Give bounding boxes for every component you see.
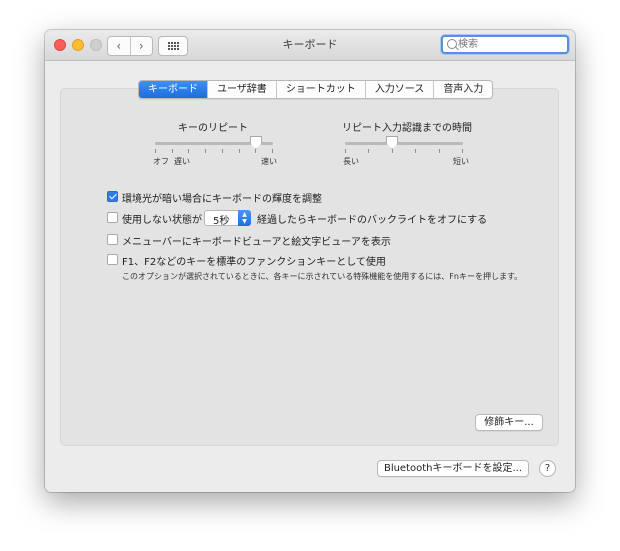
slider-tick xyxy=(462,149,463,153)
show-viewers-checkbox[interactable] xyxy=(107,234,118,245)
slider-tick xyxy=(415,149,416,153)
key-repeat-slider[interactable]: オフ 遅い 速い xyxy=(153,126,277,166)
tab-shortcuts[interactable]: ショートカット xyxy=(275,81,365,98)
backlight-off-label-after[interactable]: 経過したらキーボードのバックライトをオフにする xyxy=(257,211,487,226)
slider-tick xyxy=(392,149,393,153)
slider-tick xyxy=(368,149,369,153)
search-input[interactable] xyxy=(458,37,562,52)
forward-button[interactable]: › xyxy=(129,37,153,55)
tab-bar: キーボード ユーザ辞書 ショートカット 入力ソース 音声入力 xyxy=(138,80,494,99)
modifier-keys-button[interactable]: 修飾キー... xyxy=(475,414,543,431)
chevron-left-icon: ‹ xyxy=(116,39,122,53)
slider-tick xyxy=(239,149,240,153)
backlight-off-label-before[interactable]: 使用しない状態が xyxy=(122,211,202,226)
grid-icon xyxy=(167,42,179,50)
adjust-brightness-checkbox[interactable] xyxy=(107,191,118,202)
repeat-delay-slider[interactable]: 長い 短い xyxy=(343,126,469,166)
slider-tick xyxy=(172,149,173,153)
back-button[interactable]: ‹ xyxy=(108,37,130,55)
tab-input-sources[interactable]: 入力ソース xyxy=(364,81,434,98)
close-button[interactable] xyxy=(54,39,66,51)
bluetooth-keyboard-setup-button[interactable]: Bluetoothキーボードを設定... xyxy=(377,460,529,477)
help-button[interactable]: ? xyxy=(539,460,556,477)
slider-tick xyxy=(155,149,156,153)
show-viewers-label[interactable]: メニューバーにキーボードビューアと絵文字ビューアを表示 xyxy=(122,233,391,248)
key-repeat-thumb[interactable] xyxy=(250,136,262,149)
navigation-buttons: ‹ › xyxy=(107,36,153,56)
zoom-button xyxy=(90,39,102,51)
adjust-brightness-label[interactable]: 環境光が暗い場合にキーボードの輝度を調整 xyxy=(122,190,322,205)
backlight-duration-popup[interactable]: 5秒 ▲ ▼ xyxy=(204,210,251,227)
repeat-delay-long-label: 長い xyxy=(343,157,359,166)
chevron-right-icon: › xyxy=(138,39,144,53)
slider-tick xyxy=(439,149,440,153)
key-repeat-slow-label: 遅い xyxy=(174,157,190,166)
fn-keys-checkbox[interactable] xyxy=(107,254,118,265)
slider-tick xyxy=(222,149,223,153)
keyboard-preferences-window: ‹ › キーボード キーボード ユーザ辞書 ショートカット 入力ソース 音声入力… xyxy=(45,30,575,492)
slider-tick xyxy=(188,149,189,153)
repeat-delay-track xyxy=(345,142,463,145)
search-field[interactable] xyxy=(441,35,569,54)
backlight-off-checkbox[interactable] xyxy=(107,212,118,223)
fn-keys-label[interactable]: F1、F2などのキーを標準のファンクションキーとして使用 xyxy=(122,253,386,268)
fn-keys-note: このオプションが選択されているときに、各キーに示されている特殊機能を使用するには… xyxy=(122,272,523,281)
title-bar: ‹ › キーボード xyxy=(45,30,575,61)
window-title: キーボード xyxy=(282,38,338,51)
slider-tick xyxy=(205,149,206,153)
repeat-delay-thumb[interactable] xyxy=(386,136,398,149)
slider-tick xyxy=(272,149,273,153)
tab-keyboard[interactable]: キーボード xyxy=(139,81,207,98)
search-icon xyxy=(447,39,457,49)
repeat-delay-short-label: 短い xyxy=(453,157,469,166)
slider-tick xyxy=(255,149,256,153)
up-down-arrows-icon: ▲ ▼ xyxy=(238,210,251,226)
slider-tick xyxy=(345,149,346,153)
minimize-button[interactable] xyxy=(72,39,84,51)
key-repeat-fast-label: 速い xyxy=(261,157,277,166)
key-repeat-off-label: オフ xyxy=(153,157,169,166)
show-all-button[interactable] xyxy=(158,36,188,56)
backlight-duration-value: 5秒 xyxy=(213,216,230,227)
tab-dictation[interactable]: 音声入力 xyxy=(433,81,492,98)
tab-user-dictionary[interactable]: ユーザ辞書 xyxy=(207,81,276,98)
